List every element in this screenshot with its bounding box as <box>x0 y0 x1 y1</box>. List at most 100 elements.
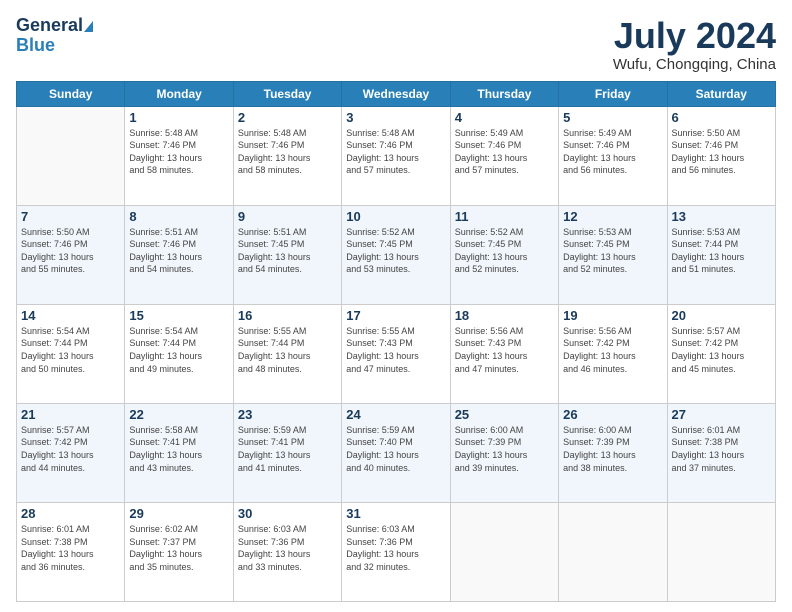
calendar-cell: 3Sunrise: 5:48 AM Sunset: 7:46 PM Daylig… <box>342 106 450 205</box>
calendar-cell: 1 Sunrise: 5:48 AM Sunset: 7:46 PM Daylig… <box>125 106 233 205</box>
day-number: 4 <box>455 110 554 125</box>
calendar-cell: 4 Sunrise: 5:49 AM Sunset: 7:46 PM Daylig… <box>450 106 558 205</box>
calendar-cell <box>17 106 125 205</box>
calendar-cell: 25 Sunrise: 6:00 AM Sunset: 7:39 PM Dayli… <box>450 403 558 502</box>
calendar-cell: 29 Sunrise: 6:02 AM Sunset: 7:37 PM Dayli… <box>125 502 233 601</box>
calendar-cell: 16Sunrise: 5:55 AM Sunset: 7:44 PM Dayli… <box>233 304 341 403</box>
day-number: 6 <box>672 110 771 125</box>
calendar-cell <box>667 502 775 601</box>
calendar-cell: 30 Sunrise: 6:03 AM Sunset: 7:36 PM Dayli… <box>233 502 341 601</box>
calendar-cell: 18Sunrise: 5:56 AM Sunset: 7:43 PM Dayli… <box>450 304 558 403</box>
day-number: 12 <box>563 209 662 224</box>
calendar-week-0: 1 Sunrise: 5:48 AM Sunset: 7:46 PM Daylig… <box>17 106 776 205</box>
calendar-cell <box>450 502 558 601</box>
day-info: Sunrise: 5:49 AM Sunset: 7:46 PM Dayligh… <box>563 127 662 177</box>
day-number: 29 <box>129 506 228 521</box>
day-info: Sunrise: 6:01 AM Sunset: 7:38 PM Dayligh… <box>21 523 120 573</box>
day-number: 26 <box>563 407 662 422</box>
day-number: 13 <box>672 209 771 224</box>
day-info: Sunrise: 5:48 AM Sunset: 7:46 PM Dayligh… <box>129 127 228 177</box>
day-info: Sunrise: 5:55 AM Sunset: 7:43 PM Dayligh… <box>346 325 445 375</box>
day-info: Sunrise: 6:03 AM Sunset: 7:36 PM Dayligh… <box>238 523 337 573</box>
day-number: 25 <box>455 407 554 422</box>
day-info: Sunrise: 5:50 AM Sunset: 7:46 PM Dayligh… <box>672 127 771 177</box>
day-number: 9 <box>238 209 337 224</box>
day-header-sunday: Sunday <box>17 81 125 106</box>
day-number: 15 <box>129 308 228 323</box>
day-number: 24 <box>346 407 445 422</box>
day-number: 7 <box>21 209 120 224</box>
day-header-monday: Monday <box>125 81 233 106</box>
day-info: Sunrise: 5:51 AM Sunset: 7:45 PM Dayligh… <box>238 226 337 276</box>
day-number: 23 <box>238 407 337 422</box>
calendar-cell: 9 Sunrise: 5:51 AM Sunset: 7:45 PM Daylig… <box>233 205 341 304</box>
day-info: Sunrise: 5:56 AM Sunset: 7:42 PM Dayligh… <box>563 325 662 375</box>
calendar-cell: 11Sunrise: 5:52 AM Sunset: 7:45 PM Dayli… <box>450 205 558 304</box>
calendar-cell: 26Sunrise: 6:00 AM Sunset: 7:39 PM Dayli… <box>559 403 667 502</box>
logo: General Blue <box>16 16 93 56</box>
day-number: 28 <box>21 506 120 521</box>
logo-text-general: General <box>16 16 93 36</box>
title-block: July 2024 Wufu, Chongqing, China <box>613 16 776 73</box>
main-title: July 2024 <box>613 16 776 56</box>
day-number: 31 <box>346 506 445 521</box>
day-number: 14 <box>21 308 120 323</box>
calendar-cell: 5Sunrise: 5:49 AM Sunset: 7:46 PM Daylig… <box>559 106 667 205</box>
day-info: Sunrise: 6:02 AM Sunset: 7:37 PM Dayligh… <box>129 523 228 573</box>
day-number: 2 <box>238 110 337 125</box>
day-info: Sunrise: 5:50 AM Sunset: 7:46 PM Dayligh… <box>21 226 120 276</box>
calendar-cell: 7 Sunrise: 5:50 AM Sunset: 7:46 PM Daylig… <box>17 205 125 304</box>
day-info: Sunrise: 5:57 AM Sunset: 7:42 PM Dayligh… <box>21 424 120 474</box>
calendar-cell: 31 Sunrise: 6:03 AM Sunset: 7:36 PM Dayli… <box>342 502 450 601</box>
calendar-cell: 20Sunrise: 5:57 AM Sunset: 7:42 PM Dayli… <box>667 304 775 403</box>
day-info: Sunrise: 5:59 AM Sunset: 7:40 PM Dayligh… <box>346 424 445 474</box>
day-info: Sunrise: 5:48 AM Sunset: 7:46 PM Dayligh… <box>238 127 337 177</box>
day-number: 1 <box>129 110 228 125</box>
day-number: 8 <box>129 209 228 224</box>
header: General Blue July 2024 Wufu, Chongqing, … <box>16 16 776 73</box>
calendar-cell: 21 Sunrise: 5:57 AM Sunset: 7:42 PM Dayli… <box>17 403 125 502</box>
calendar-cell: 28 Sunrise: 6:01 AM Sunset: 7:38 PM Dayli… <box>17 502 125 601</box>
day-number: 21 <box>21 407 120 422</box>
calendar-cell: 19 Sunrise: 5:56 AM Sunset: 7:42 PM Dayli… <box>559 304 667 403</box>
day-header-friday: Friday <box>559 81 667 106</box>
day-info: Sunrise: 5:52 AM Sunset: 7:45 PM Dayligh… <box>455 226 554 276</box>
calendar-cell <box>559 502 667 601</box>
calendar-cell: 10 Sunrise: 5:52 AM Sunset: 7:45 PM Dayli… <box>342 205 450 304</box>
day-number: 19 <box>563 308 662 323</box>
day-info: Sunrise: 5:54 AM Sunset: 7:44 PM Dayligh… <box>21 325 120 375</box>
day-info: Sunrise: 5:52 AM Sunset: 7:45 PM Dayligh… <box>346 226 445 276</box>
calendar-cell: 13 Sunrise: 5:53 AM Sunset: 7:44 PM Dayli… <box>667 205 775 304</box>
calendar-cell: 15 Sunrise: 5:54 AM Sunset: 7:44 PM Dayli… <box>125 304 233 403</box>
day-info: Sunrise: 5:53 AM Sunset: 7:44 PM Dayligh… <box>672 226 771 276</box>
calendar-table: SundayMondayTuesdayWednesdayThursdayFrid… <box>16 81 776 602</box>
calendar-cell: 6 Sunrise: 5:50 AM Sunset: 7:46 PM Daylig… <box>667 106 775 205</box>
calendar-cell: 2 Sunrise: 5:48 AM Sunset: 7:46 PM Daylig… <box>233 106 341 205</box>
day-info: Sunrise: 5:58 AM Sunset: 7:41 PM Dayligh… <box>129 424 228 474</box>
calendar-week-2: 14 Sunrise: 5:54 AM Sunset: 7:44 PM Dayli… <box>17 304 776 403</box>
day-number: 17 <box>346 308 445 323</box>
day-info: Sunrise: 5:54 AM Sunset: 7:44 PM Dayligh… <box>129 325 228 375</box>
calendar-cell: 14 Sunrise: 5:54 AM Sunset: 7:44 PM Dayli… <box>17 304 125 403</box>
day-number: 16 <box>238 308 337 323</box>
day-header-wednesday: Wednesday <box>342 81 450 106</box>
calendar-header-row: SundayMondayTuesdayWednesdayThursdayFrid… <box>17 81 776 106</box>
day-info: Sunrise: 6:01 AM Sunset: 7:38 PM Dayligh… <box>672 424 771 474</box>
day-number: 18 <box>455 308 554 323</box>
day-number: 30 <box>238 506 337 521</box>
day-number: 22 <box>129 407 228 422</box>
day-info: Sunrise: 5:57 AM Sunset: 7:42 PM Dayligh… <box>672 325 771 375</box>
day-info: Sunrise: 6:00 AM Sunset: 7:39 PM Dayligh… <box>455 424 554 474</box>
day-number: 10 <box>346 209 445 224</box>
calendar-week-4: 28 Sunrise: 6:01 AM Sunset: 7:38 PM Dayli… <box>17 502 776 601</box>
calendar-week-3: 21 Sunrise: 5:57 AM Sunset: 7:42 PM Dayli… <box>17 403 776 502</box>
day-header-thursday: Thursday <box>450 81 558 106</box>
day-info: Sunrise: 5:49 AM Sunset: 7:46 PM Dayligh… <box>455 127 554 177</box>
day-info: Sunrise: 5:51 AM Sunset: 7:46 PM Dayligh… <box>129 226 228 276</box>
calendar-cell: 8 Sunrise: 5:51 AM Sunset: 7:46 PM Daylig… <box>125 205 233 304</box>
calendar-week-1: 7 Sunrise: 5:50 AM Sunset: 7:46 PM Daylig… <box>17 205 776 304</box>
day-header-tuesday: Tuesday <box>233 81 341 106</box>
day-info: Sunrise: 5:48 AM Sunset: 7:46 PM Dayligh… <box>346 127 445 177</box>
day-info: Sunrise: 6:03 AM Sunset: 7:36 PM Dayligh… <box>346 523 445 573</box>
day-info: Sunrise: 5:59 AM Sunset: 7:41 PM Dayligh… <box>238 424 337 474</box>
